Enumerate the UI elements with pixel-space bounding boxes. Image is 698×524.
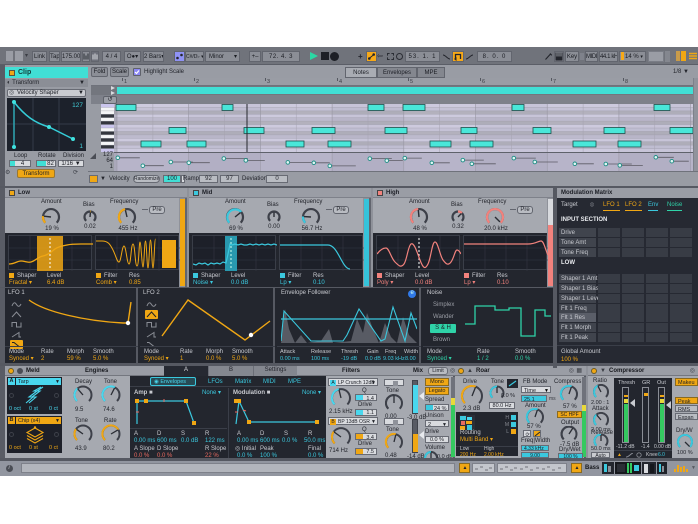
svg-text:127: 127 bbox=[72, 102, 83, 109]
svg-text:1: 1 bbox=[79, 143, 83, 150]
